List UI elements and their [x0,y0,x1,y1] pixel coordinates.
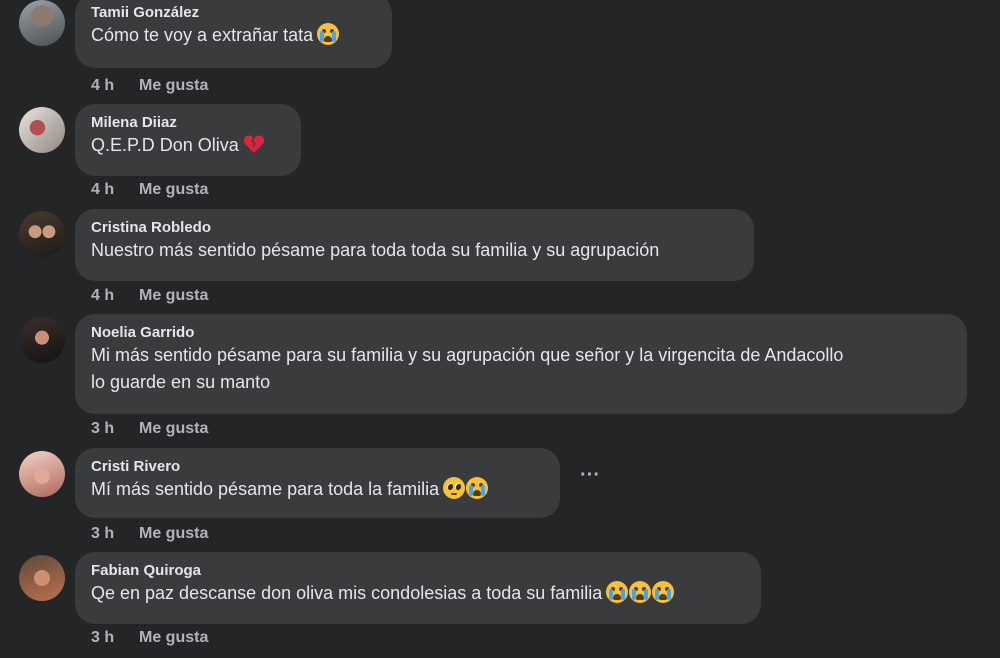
comment-time[interactable]: 3 h [91,524,139,544]
comment-author[interactable]: Milena Diiaz [91,113,285,132]
comment-meta: 3 h Me gusta [91,419,208,439]
comment-text: Qe en paz descanse don oliva mis condole… [91,583,603,603]
avatar[interactable] [19,317,65,363]
comment-author[interactable]: Cristina Robledo [91,218,738,237]
comment-author[interactable]: Noelia Garrido [91,323,951,342]
crying-face-icon [652,581,675,603]
crying-face-icon [606,581,629,603]
like-button[interactable]: Me gusta [139,628,208,648]
comment-bubble: Noelia Garrido Mi más sentido pésame par… [75,314,967,414]
comment-time[interactable]: 4 h [91,76,139,96]
comment-text: Q.E.P.D Don Oliva [91,135,239,155]
avatar[interactable] [19,211,65,257]
comment-meta: 4 h Me gusta [91,286,208,306]
comment-bubble: Fabian Quiroga Qe en paz descanse don ol… [75,552,761,624]
comment-text: Mí más sentido pésame para toda la famil… [91,479,440,499]
like-button[interactable]: Me gusta [139,419,208,439]
avatar[interactable] [19,0,65,46]
like-button[interactable]: Me gusta [139,286,208,306]
comment-bubble: Cristi Rivero Mí más sentido pésame para… [75,448,560,518]
comment-text-line: Q.E.P.D Don Oliva [91,132,285,159]
comment-bubble: Cristina Robledo Nuestro más sentido pés… [75,209,754,281]
comment-time[interactable]: 3 h [91,628,139,648]
comment-text: Cómo te voy a extrañar tata [91,25,314,45]
comments-feed: Tamii González Cómo te voy a extrañar ta… [0,0,1000,658]
crying-face-icon [317,23,340,45]
crying-face-icon [629,581,652,603]
more-options-icon[interactable]: ··· [578,465,602,492]
comment-author[interactable]: Cristi Rivero [91,457,544,476]
like-button[interactable]: Me gusta [139,76,208,96]
comment-time[interactable]: 4 h [91,180,139,200]
comment-time[interactable]: 3 h [91,419,139,439]
like-button[interactable]: Me gusta [139,524,208,544]
comment-meta: 4 h Me gusta [91,76,208,96]
comment-text: Nuestro más sentido pésame para toda tod… [91,240,660,260]
comment-text-line: Qe en paz descanse don oliva mis condole… [91,580,745,607]
comment-meta: 3 h Me gusta [91,524,208,544]
avatar[interactable] [19,107,65,153]
avatar[interactable] [19,555,65,601]
comment-bubble: Milena Diiaz Q.E.P.D Don Oliva [75,104,301,176]
comment-meta: 3 h Me gusta [91,628,208,648]
comment-time[interactable]: 4 h [91,286,139,306]
comment-text-line: Mí más sentido pésame para toda la famil… [91,476,544,503]
pleading-face-icon [443,477,466,499]
comment-author[interactable]: Tamii González [91,3,376,22]
comment-bubble: Tamii González Cómo te voy a extrañar ta… [75,0,392,68]
comment-text-line: Cómo te voy a extrañar tata [91,22,376,49]
comment-text: Mi más sentido pésame para su familia y … [91,345,844,392]
like-button[interactable]: Me gusta [139,180,208,200]
avatar[interactable] [19,451,65,497]
comment-meta: 4 h Me gusta [91,180,208,200]
broken-heart-icon [243,135,264,153]
crying-face-icon [466,477,489,499]
comment-author[interactable]: Fabian Quiroga [91,561,745,580]
